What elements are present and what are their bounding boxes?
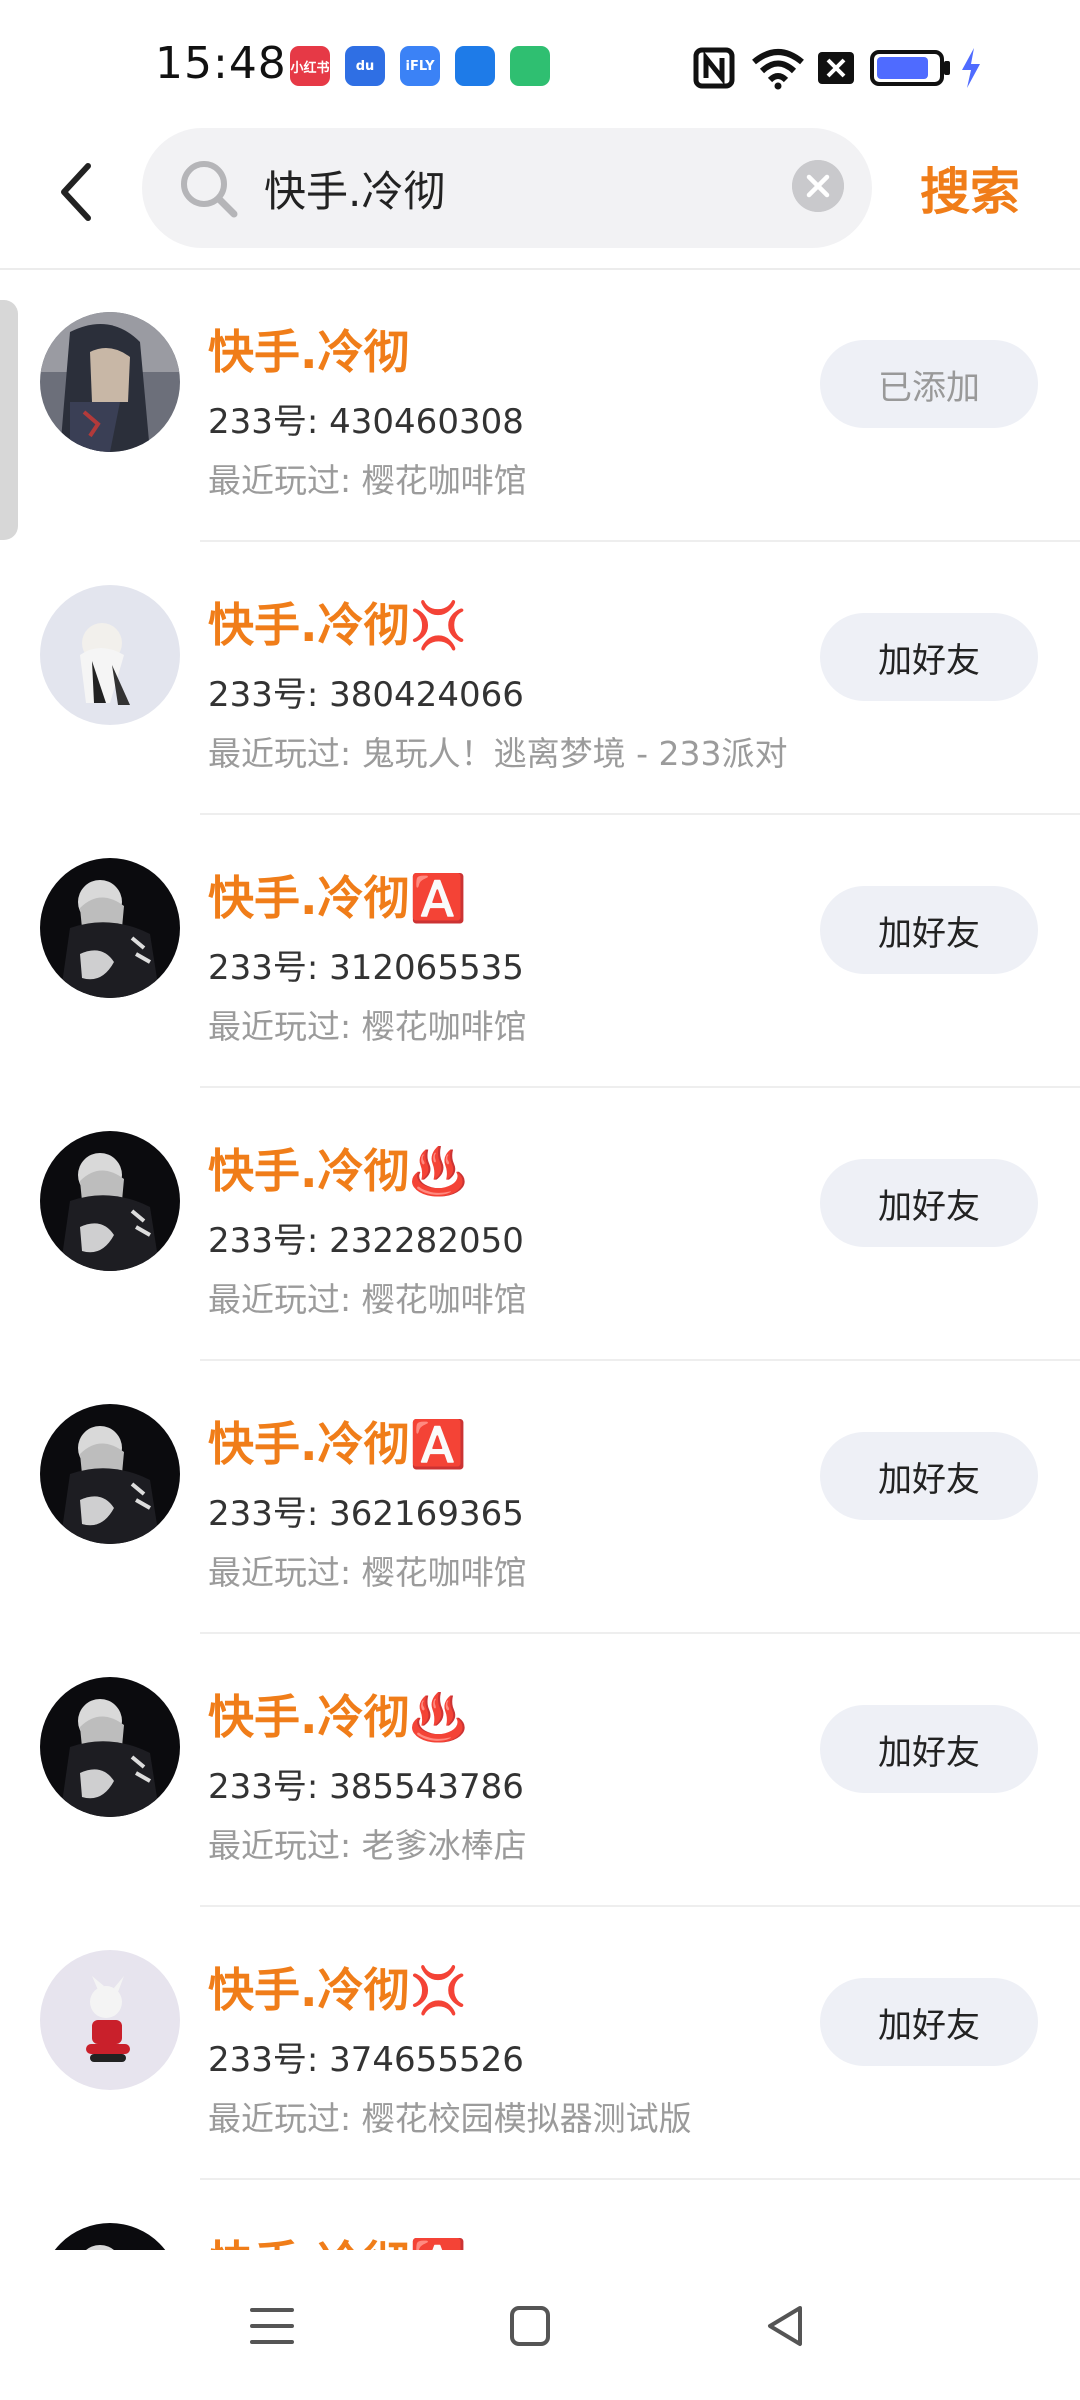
charging-icon <box>962 48 980 88</box>
user-name-text: 快手.冷彻 <box>208 325 410 379</box>
name-emoji: 🅰️ <box>409 871 467 925</box>
name-emoji: 💢 <box>409 1963 467 2017</box>
row-divider <box>200 813 1080 815</box>
avatar[interactable] <box>40 858 180 998</box>
clear-search-button[interactable] <box>792 160 844 212</box>
name-emoji: 💢 <box>409 598 467 652</box>
recently-played: 最近玩过: 鬼玩人！逃离梦境 - 233派对 <box>208 734 788 773</box>
user-id: 233号: 374655526 <box>208 2040 524 2080</box>
avatar[interactable] <box>40 1404 180 1544</box>
ifly-icon: iFLY <box>400 46 440 86</box>
home-square-icon[interactable] <box>500 2296 560 2356</box>
user-id: 233号: 430460308 <box>208 402 524 442</box>
avatar[interactable] <box>40 312 180 452</box>
add-friend-button[interactable]: 加好友 <box>820 886 1038 974</box>
user-id: 233号: 380424066 <box>208 675 524 715</box>
search-result-row[interactable]: 快手.冷彻💢 233号: 374655526 最近玩过: 樱花校园模拟器测试版 加好友 <box>0 1908 1080 2180</box>
user-id: 233号: 385543786 <box>208 1767 524 1807</box>
add-friend-button[interactable]: 加好友 <box>820 613 1038 701</box>
user-id: 233号: 312065535 <box>208 948 524 988</box>
add-friend-button[interactable]: 加好友 <box>820 1159 1038 1247</box>
status-time: 15:48 <box>155 38 287 89</box>
search-result-row[interactable]: 快手.冷彻🅰️ 233号: 312065535 最近玩过: 樱花咖啡馆 加好友 <box>0 816 1080 1088</box>
wifi-icon <box>752 49 804 90</box>
back-button[interactable] <box>48 152 108 232</box>
battery-icon <box>870 50 950 86</box>
nfc-icon <box>693 47 735 89</box>
recently-played: 最近玩过: 樱花校园模拟器测试版 <box>208 2099 692 2138</box>
user-id: 233号: 232282050 <box>208 1221 524 1261</box>
user-name[interactable]: 快手.冷彻🅰️ <box>208 2227 467 2250</box>
recently-played: 最近玩过: 樱花咖啡馆 <box>208 1553 527 1592</box>
xiaohongshu-icon: 小红书 <box>290 46 330 86</box>
system-nav-bar <box>0 2250 1080 2400</box>
user-name[interactable]: 快手.冷彻💢 <box>208 589 467 655</box>
battery-app-icon <box>510 46 550 86</box>
name-emoji: ♨️ <box>409 1144 467 1198</box>
status-bar: 15:48 小红书 du iFLY <box>0 0 1080 130</box>
search-header: 快手.冷彻 搜索 <box>0 128 1080 268</box>
user-name[interactable]: 快手.冷彻♨️ <box>208 1681 467 1747</box>
avatar[interactable] <box>40 1131 180 1271</box>
avatar[interactable] <box>40 1950 180 2090</box>
name-emoji: ♨️ <box>409 1690 467 1744</box>
edge-handle[interactable] <box>0 300 18 540</box>
menu-icon[interactable] <box>242 2296 302 2356</box>
recently-played: 最近玩过: 老爹冰棒店 <box>208 1826 527 1865</box>
search-query[interactable]: 快手.冷彻 <box>264 158 445 219</box>
user-name[interactable]: 快手.冷彻🅰️ <box>208 862 467 928</box>
recently-played: 最近玩过: 樱花咖啡馆 <box>208 461 527 500</box>
row-divider <box>200 2178 1080 2180</box>
search-results-list[interactable]: 快手.冷彻 233号: 430460308 最近玩过: 樱花咖啡馆 已添加 快手.冷彻💢… <box>0 270 1080 2250</box>
user-name[interactable]: 快手.冷彻💢 <box>208 1954 467 2020</box>
avatar[interactable] <box>40 585 180 725</box>
back-triangle-icon[interactable] <box>756 2296 816 2356</box>
user-id: 233号: 362169365 <box>208 1494 524 1534</box>
row-divider <box>200 1086 1080 1088</box>
add-friend-button[interactable]: 加好友 <box>820 1432 1038 1520</box>
shield-app-icon <box>455 46 495 86</box>
search-button[interactable]: 搜索 <box>920 152 1020 224</box>
user-name-text: 快手.冷彻 <box>208 2236 409 2250</box>
search-result-row[interactable]: 快手.冷彻🅰️ 233号: 362169365 最近玩过: 樱花咖啡馆 加好友 <box>0 1362 1080 1634</box>
user-name[interactable]: 快手.冷彻♨️ <box>208 1135 467 1201</box>
user-name-text: 快手.冷彻 <box>208 1690 410 1744</box>
add-friend-button[interactable]: 加好友 <box>820 1978 1038 2066</box>
name-emoji: 🅰️ <box>409 2236 466 2250</box>
avatar[interactable] <box>40 1677 180 1817</box>
add-friend-button[interactable]: 加好友 <box>820 1705 1038 1793</box>
user-name-text: 快手.冷彻 <box>208 598 410 652</box>
baidu-icon: du <box>345 46 385 86</box>
recently-played: 最近玩过: 樱花咖啡馆 <box>208 1280 527 1319</box>
avatar[interactable] <box>40 2223 180 2250</box>
row-divider <box>200 1905 1080 1907</box>
user-name[interactable]: 快手.冷彻 <box>208 316 409 382</box>
no-sim-icon <box>818 52 854 84</box>
row-divider <box>200 540 1080 542</box>
search-result-row[interactable]: 快手.冷彻 233号: 430460308 最近玩过: 樱花咖啡馆 已添加 <box>0 270 1080 542</box>
added-button[interactable]: 已添加 <box>820 340 1038 428</box>
search-result-row[interactable]: 快手.冷彻♨️ 233号: 232282050 最近玩过: 樱花咖啡馆 加好友 <box>0 1089 1080 1361</box>
user-name-text: 快手.冷彻 <box>208 1963 410 2017</box>
name-emoji: 🅰️ <box>409 1417 467 1471</box>
search-result-row[interactable]: 快手.冷彻♨️ 233号: 385543786 最近玩过: 老爹冰棒店 加好友 <box>0 1635 1080 1907</box>
search-input[interactable]: 快手.冷彻 <box>142 128 872 248</box>
search-result-row[interactable]: 快手.冷彻🅰️ <box>0 2181 1080 2250</box>
recently-played: 最近玩过: 樱花咖啡馆 <box>208 1007 527 1046</box>
search-icon <box>181 161 238 218</box>
user-name[interactable]: 快手.冷彻🅰️ <box>208 1408 467 1474</box>
search-result-row[interactable]: 快手.冷彻💢 233号: 380424066 最近玩过: 鬼玩人！逃离梦境 - 23… <box>0 543 1080 815</box>
row-divider <box>200 1359 1080 1361</box>
row-divider <box>200 1632 1080 1634</box>
user-name-text: 快手.冷彻 <box>208 1144 410 1198</box>
user-name-text: 快手.冷彻 <box>208 871 410 925</box>
user-name-text: 快手.冷彻 <box>208 1417 410 1471</box>
